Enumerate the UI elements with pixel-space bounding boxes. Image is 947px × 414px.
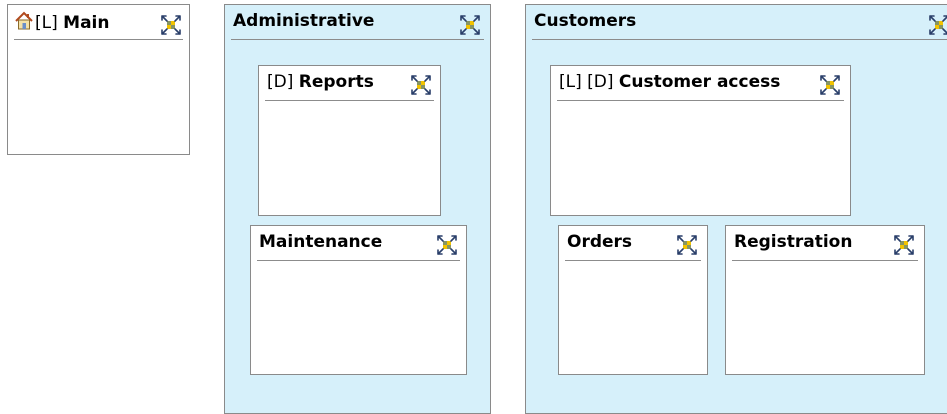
move-arrows-icon[interactable] [410,74,432,96]
header-divider [14,39,183,40]
group-customers[interactable]: Customers [L] [D] Customer access Orders… [525,4,947,414]
group-administrative[interactable]: Administrative [D] Reports Maintenance [224,4,491,414]
home-icon [14,11,34,31]
group-header: Customers [526,5,947,38]
tag-label: [L] [35,13,58,33]
node-title: [D] Reports [267,72,374,92]
node-maintenance[interactable]: Maintenance [250,225,467,375]
header-divider [231,39,484,40]
tag-label: [D] [267,72,294,92]
node-header: Orders [559,226,707,259]
move-arrows-icon[interactable] [436,234,458,256]
group-name: Administrative [233,11,375,31]
node-title: [L] [D] Customer access [559,72,780,92]
node-header: Maintenance [251,226,466,259]
move-arrows-icon[interactable] [928,14,947,36]
header-divider [257,260,460,261]
move-arrows-icon[interactable] [459,14,481,36]
node-name: Orders [567,232,633,252]
node-title: Registration [734,232,852,252]
node-name: Registration [734,232,853,252]
move-arrows-icon[interactable] [819,74,841,96]
header-divider [532,39,947,40]
node-header: [D] Reports [259,66,440,99]
header-divider [265,100,434,101]
node-title: Orders [567,232,632,252]
node-title: Maintenance [259,232,382,252]
node-name: Customer access [618,72,781,92]
group-title: Administrative [233,11,374,31]
tag-label: [L] [D] [559,72,614,92]
move-arrows-icon[interactable] [160,14,182,36]
header-divider [732,260,918,261]
header-divider [565,260,701,261]
node-name: Main [63,13,110,33]
group-title: Customers [534,11,636,31]
header-divider [557,100,844,101]
node-title: [L] Main [14,11,109,33]
node-orders[interactable]: Orders [558,225,708,375]
node-registration[interactable]: Registration [725,225,925,375]
node-header: Registration [726,226,924,259]
node-header: [L] [D] Customer access [551,66,850,99]
node-name: Reports [298,72,374,92]
group-name: Customers [534,11,637,31]
node-header: [L] Main [8,5,189,38]
move-arrows-icon[interactable] [676,234,698,256]
group-header: Administrative [225,5,490,38]
node-name: Maintenance [259,232,383,252]
node-reports[interactable]: [D] Reports [258,65,441,216]
node-customer-access[interactable]: [L] [D] Customer access [550,65,851,216]
move-arrows-icon[interactable] [893,234,915,256]
node-main[interactable]: [L] Main [7,4,190,155]
